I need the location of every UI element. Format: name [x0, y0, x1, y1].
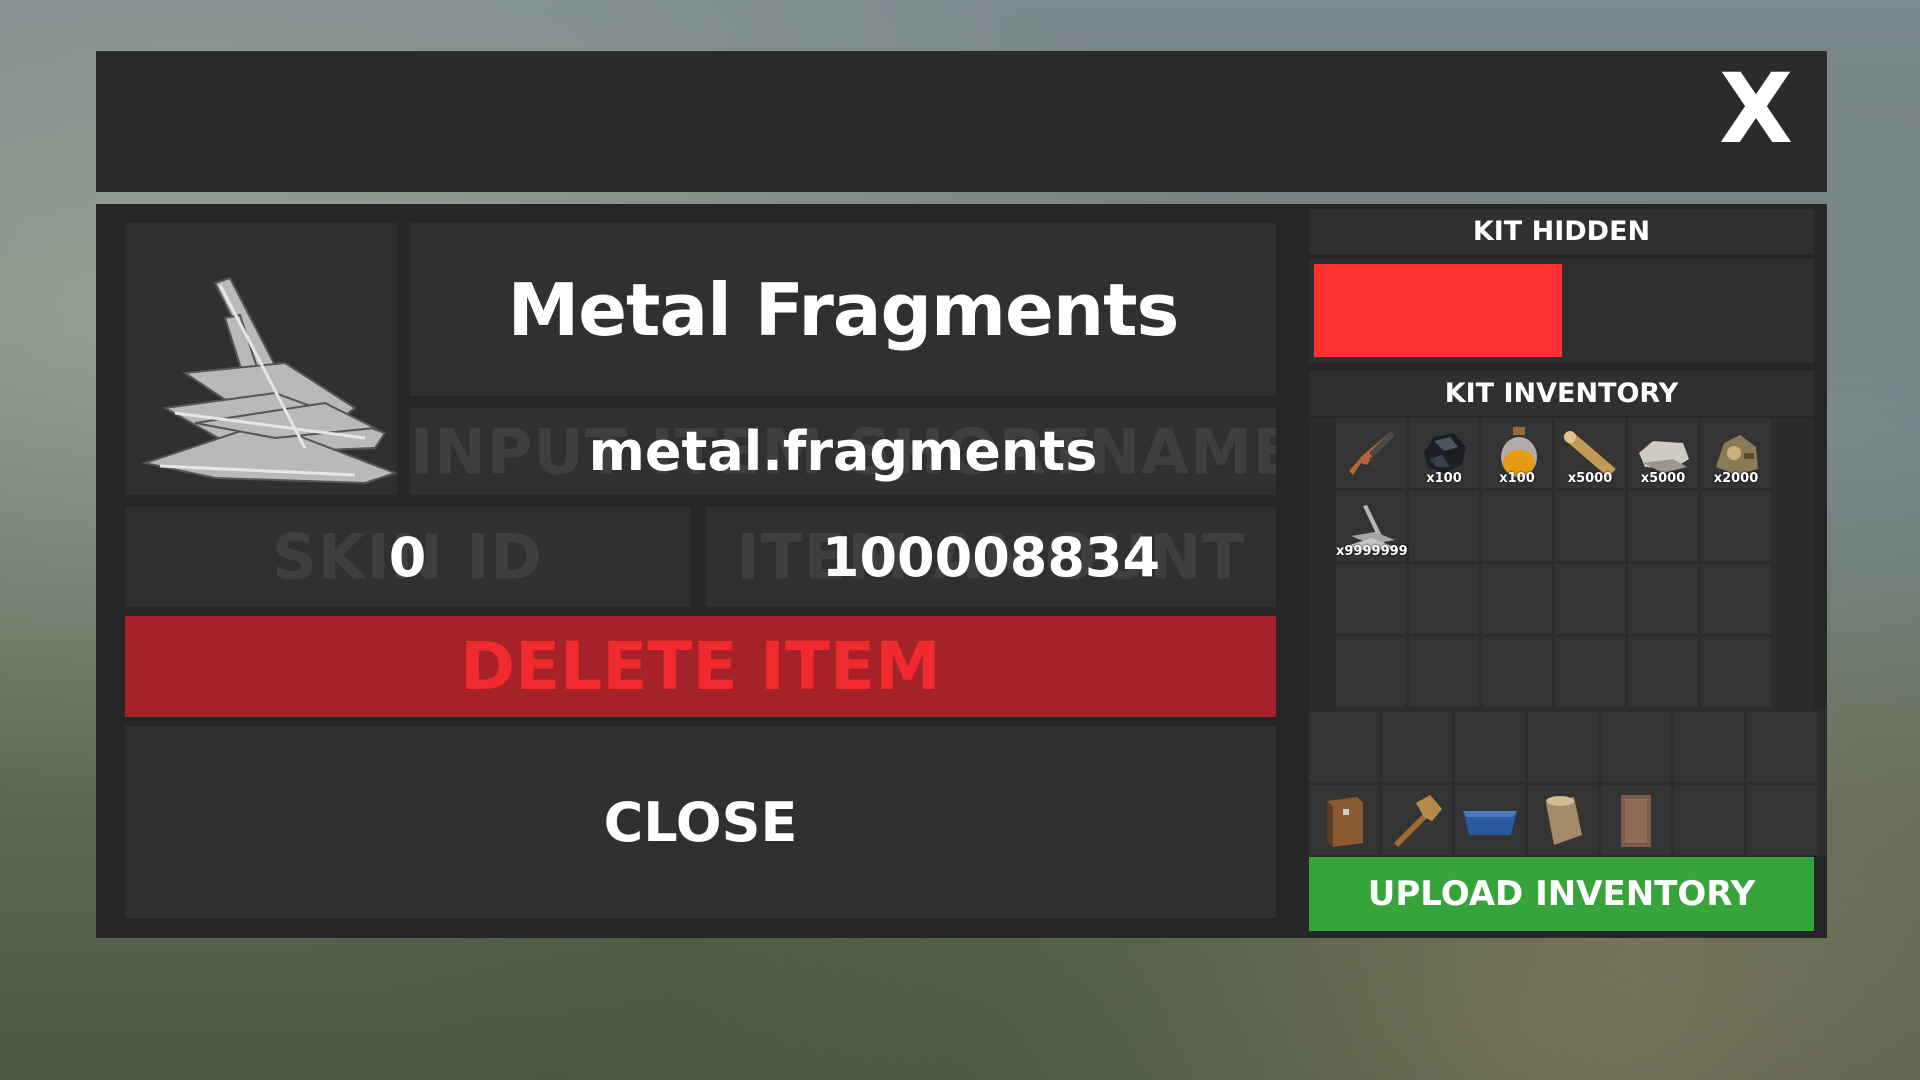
hammer-icon: [1394, 795, 1442, 847]
assault-rifle-icon: [1349, 431, 1395, 475]
inventory-slot[interactable]: [1628, 564, 1698, 634]
wear-slot[interactable]: [1382, 712, 1452, 782]
kit-hidden-toggle[interactable]: [1314, 264, 1562, 357]
belt-slot[interactable]: [1455, 785, 1525, 855]
wooden-door-icon: [1621, 795, 1651, 847]
wear-slot[interactable]: [1455, 712, 1525, 782]
close-label: CLOSE: [603, 790, 798, 854]
inventory-slot[interactable]: [1482, 564, 1552, 634]
inventory-slot[interactable]: [1555, 564, 1625, 634]
wear-slot[interactable]: [1528, 712, 1598, 782]
close-button[interactable]: CLOSE: [125, 726, 1276, 918]
belt-slot[interactable]: [1382, 785, 1452, 855]
slot-amount: x9999999+: [1336, 544, 1419, 559]
inventory-slot[interactable]: [1336, 418, 1406, 488]
belt-area: [1309, 708, 1827, 856]
slot-amount: x5000: [1640, 471, 1686, 486]
inventory-slot[interactable]: x100: [1409, 418, 1479, 488]
inventory-slot[interactable]: [1701, 637, 1771, 707]
metal-fragments-icon: [141, 276, 398, 485]
delete-item-button[interactable]: DELETE ITEM: [125, 616, 1276, 717]
tree-stump-icon: [1546, 796, 1582, 845]
inventory-slot[interactable]: [1555, 491, 1625, 561]
item-icon-box: [125, 223, 398, 495]
inventory-slot[interactable]: [1409, 491, 1479, 561]
slot-amount: x5000: [1567, 471, 1613, 486]
inventory-slot[interactable]: [1701, 564, 1771, 634]
item-name: Metal Fragments: [507, 267, 1180, 352]
wooden-box-icon: [1327, 797, 1363, 847]
inventory-slot[interactable]: [1628, 637, 1698, 707]
skin-id-input[interactable]: SKIN ID 0: [125, 507, 690, 607]
inventory-slot[interactable]: x5000: [1555, 418, 1625, 488]
inventory-slot[interactable]: x2000: [1701, 418, 1771, 488]
wear-slot[interactable]: [1601, 712, 1671, 782]
inventory-slot[interactable]: [1336, 637, 1406, 707]
slot-amount: x2000: [1713, 471, 1759, 486]
inventory-slot[interactable]: [1555, 637, 1625, 707]
item-editor-panel: Metal Fragments INPUT ITEM SHORTNAME met…: [96, 204, 1827, 938]
item-amount-input[interactable]: ITEM AMOUNT 100008834: [706, 507, 1276, 607]
upload-inventory-button[interactable]: UPLOAD INVENTORY: [1309, 857, 1814, 931]
inventory-slot[interactable]: x9999999+: [1336, 491, 1419, 561]
belt-slot[interactable]: [1601, 785, 1671, 855]
inventory-slot[interactable]: [1628, 491, 1698, 561]
slot-amount: x100: [1426, 471, 1462, 486]
inventory-slot[interactable]: x5000: [1628, 418, 1698, 488]
inventory-slot[interactable]: [1409, 637, 1479, 707]
wear-slot[interactable]: [1674, 712, 1744, 782]
inventory-slot[interactable]: [1482, 637, 1552, 707]
belt-slot[interactable]: [1747, 785, 1817, 855]
inventory-slot[interactable]: [1482, 491, 1552, 561]
inventory-slot[interactable]: x100: [1482, 418, 1552, 488]
belt-slot[interactable]: [1674, 785, 1744, 855]
belt-slot[interactable]: [1528, 785, 1598, 855]
kit-hidden-header: KIT HIDDEN: [1309, 209, 1814, 254]
inventory-slot[interactable]: [1336, 564, 1406, 634]
kit-inventory-grid: x100 x100 x5000 x5000 x2000 x9999999+: [1309, 418, 1814, 708]
shortname-value: metal.fragments: [588, 420, 1098, 483]
slot-amount: x100: [1499, 471, 1535, 486]
skin-id-value: 0: [388, 525, 427, 589]
kit-hidden-area: [1309, 259, 1814, 363]
delete-item-label: DELETE ITEM: [460, 628, 941, 705]
item-amount-value: 100008834: [821, 525, 1161, 589]
close-x-button[interactable]: X: [1719, 61, 1793, 157]
item-name-box: Metal Fragments: [410, 223, 1276, 396]
blue-tarp-icon: [1463, 811, 1517, 835]
title-bar: X: [96, 51, 1827, 192]
wear-slot[interactable]: [1309, 712, 1379, 782]
inventory-slot[interactable]: [1701, 491, 1771, 561]
belt-slot[interactable]: [1309, 785, 1379, 855]
inventory-slot[interactable]: [1409, 564, 1479, 634]
kit-inventory-header: KIT INVENTORY: [1309, 371, 1814, 416]
wear-slot[interactable]: [1747, 712, 1817, 782]
shortname-input[interactable]: INPUT ITEM SHORTNAME metal.fragments: [410, 408, 1276, 495]
